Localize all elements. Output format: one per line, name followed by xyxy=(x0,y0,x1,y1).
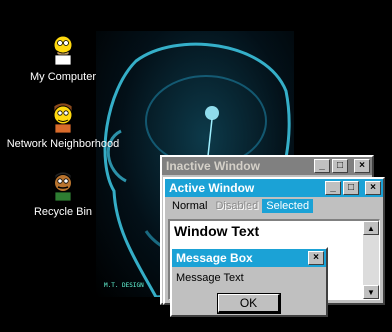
menu-bar: Normal Disabled Selected xyxy=(165,197,383,215)
close-button[interactable]: × xyxy=(365,181,381,195)
close-button[interactable]: × xyxy=(354,159,370,173)
maximize-button[interactable]: □ xyxy=(343,181,359,195)
menu-item-disabled: Disabled xyxy=(215,200,259,212)
vertical-scrollbar[interactable]: ▲ ▼ xyxy=(363,221,379,299)
active-window-titlebar[interactable]: Active Window _ □ × xyxy=(165,179,383,197)
barney-icon xyxy=(46,100,80,134)
message-text: Message Text xyxy=(176,272,244,284)
desktop-icon-label: Network Neighborhood xyxy=(6,138,120,150)
message-box-titlebar[interactable]: Message Box × xyxy=(172,249,326,267)
menu-item-selected[interactable]: Selected xyxy=(262,199,314,213)
desktop-icon-network-neighborhood[interactable]: Network Neighborhood xyxy=(3,100,123,150)
minimize-button[interactable]: _ xyxy=(314,159,330,173)
scroll-down-button[interactable]: ▼ xyxy=(363,285,379,299)
wallpaper-caption: M.T. DESIGN xyxy=(104,282,144,289)
desktop-icon-label: My Computer xyxy=(29,71,97,83)
close-button[interactable]: × xyxy=(308,251,324,265)
window-title: Active Window xyxy=(169,181,255,195)
window-text: Window Text xyxy=(174,223,260,239)
apu-icon xyxy=(46,168,80,202)
homer-icon xyxy=(46,33,80,67)
menu-item-normal[interactable]: Normal xyxy=(168,199,211,213)
inactive-window-titlebar[interactable]: Inactive Window _ □ × xyxy=(162,157,372,175)
ok-button[interactable]: OK xyxy=(217,293,281,314)
desktop-icon-label: Recycle Bin xyxy=(33,206,93,218)
window-title: Inactive Window xyxy=(166,159,260,173)
message-box-title: Message Box xyxy=(176,251,253,265)
minimize-button[interactable]: _ xyxy=(325,181,341,195)
scroll-up-button[interactable]: ▲ xyxy=(363,221,379,235)
desktop-icon-recycle-bin[interactable]: Recycle Bin xyxy=(3,168,123,218)
message-box[interactable]: Message Box × Message Text OK xyxy=(170,247,328,317)
desktop-icon-my-computer[interactable]: My Computer xyxy=(3,33,123,83)
maximize-button[interactable]: □ xyxy=(332,159,348,173)
